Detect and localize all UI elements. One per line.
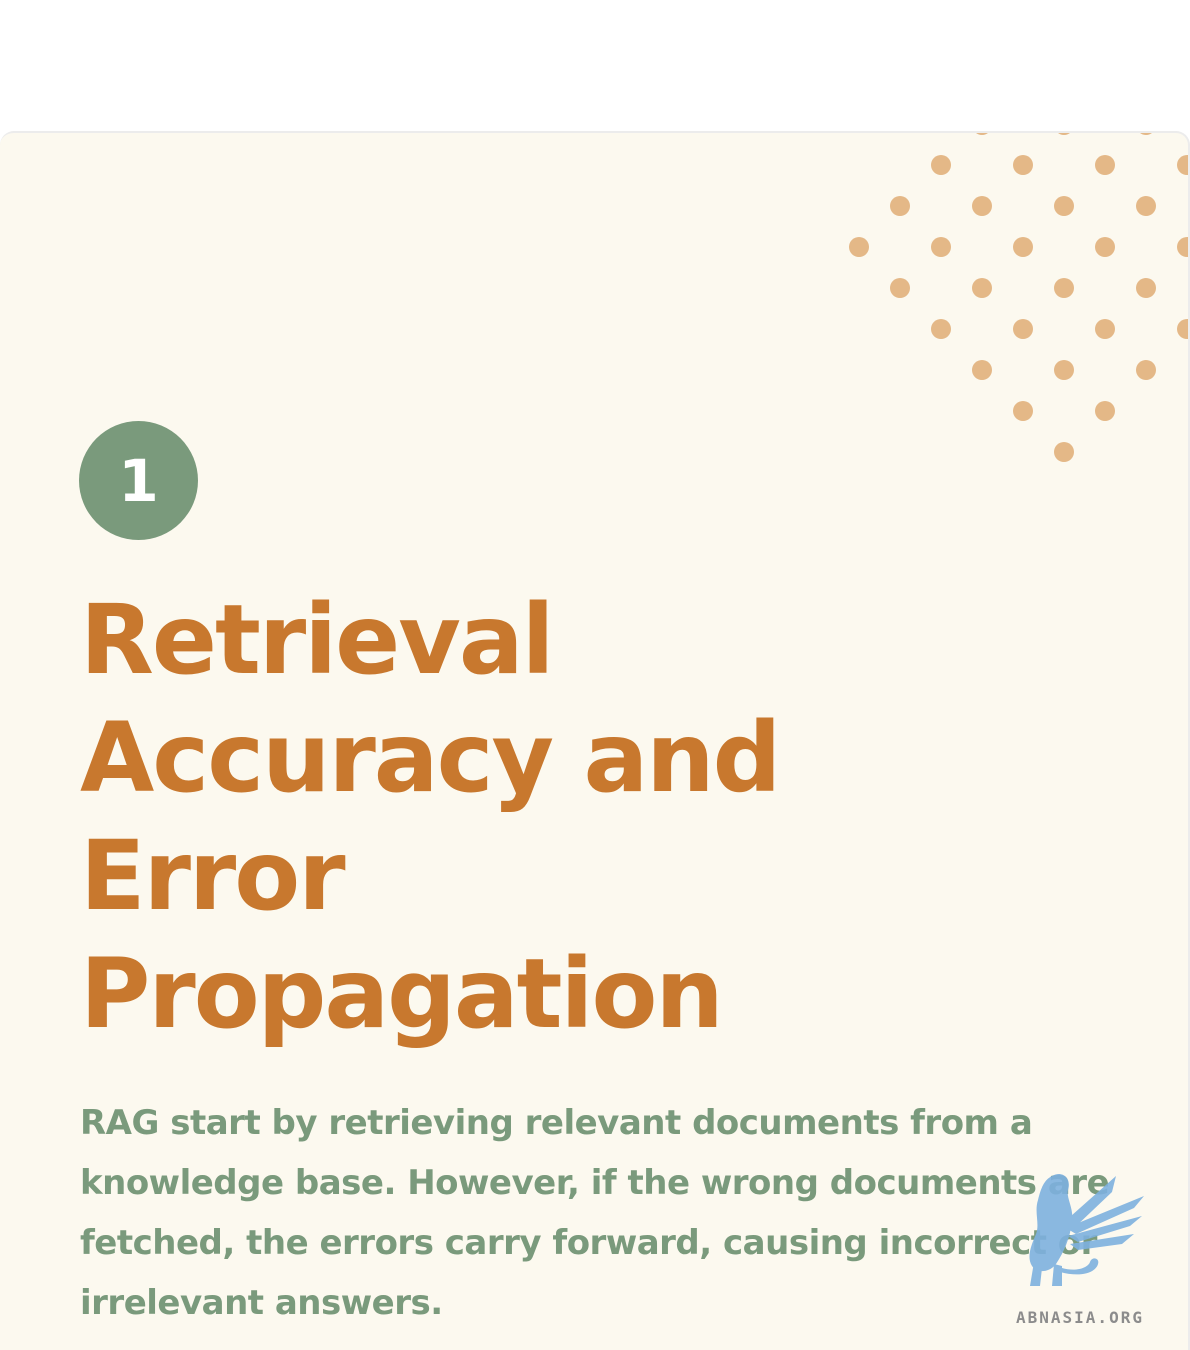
- card-description: RAG start by retrieving relevant documen…: [80, 1103, 1110, 1323]
- step-number: 1: [118, 446, 159, 515]
- watermark: ABNASIA.ORG: [1012, 1168, 1184, 1338]
- title-line: Retrieval: [80, 584, 555, 696]
- winged-lion-icon: [1029, 1173, 1144, 1286]
- step-number-badge: 1: [79, 421, 198, 540]
- watermark-text: ABNASIA.ORG: [1016, 1308, 1144, 1327]
- card-title: Retrieval Accuracy and Error Propagation: [80, 581, 980, 1053]
- title-line: Error: [80, 820, 346, 932]
- title-line: Accuracy and: [80, 702, 781, 814]
- title-line: Propagation: [80, 938, 724, 1050]
